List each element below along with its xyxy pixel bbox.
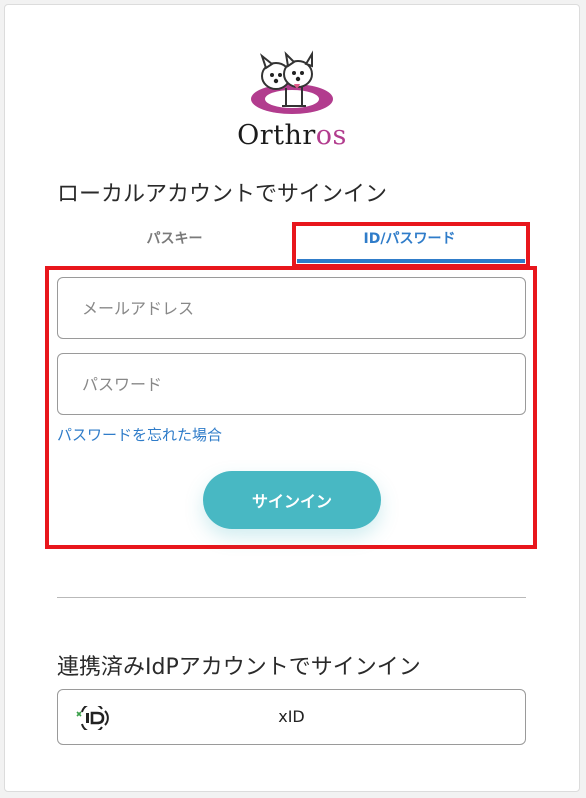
xid-signin-button[interactable]: xID xyxy=(57,689,526,745)
password-field[interactable] xyxy=(57,353,526,415)
section-divider xyxy=(57,597,526,598)
active-tab-indicator xyxy=(297,259,525,263)
dog-mascot-icon xyxy=(251,50,333,114)
signin-button[interactable]: サインイン xyxy=(203,471,381,529)
signin-tabs: パスキー ID/パスワード xyxy=(57,223,527,265)
tab-id-password[interactable]: ID/パスワード xyxy=(292,223,527,263)
logo-wordmark: Orthros xyxy=(237,120,347,151)
orthros-logo: Orthros xyxy=(236,48,348,158)
tab-passkey[interactable]: パスキー xyxy=(57,223,292,263)
xid-label: xID xyxy=(278,707,305,726)
federated-signin-title: 連携済みIdPアカウントでサインイン xyxy=(57,655,421,680)
forgot-password-link[interactable]: パスワードを忘れた場合 xyxy=(57,424,222,445)
email-field[interactable] xyxy=(57,277,526,339)
local-signin-title: ローカルアカウントでサインイン xyxy=(57,182,388,207)
